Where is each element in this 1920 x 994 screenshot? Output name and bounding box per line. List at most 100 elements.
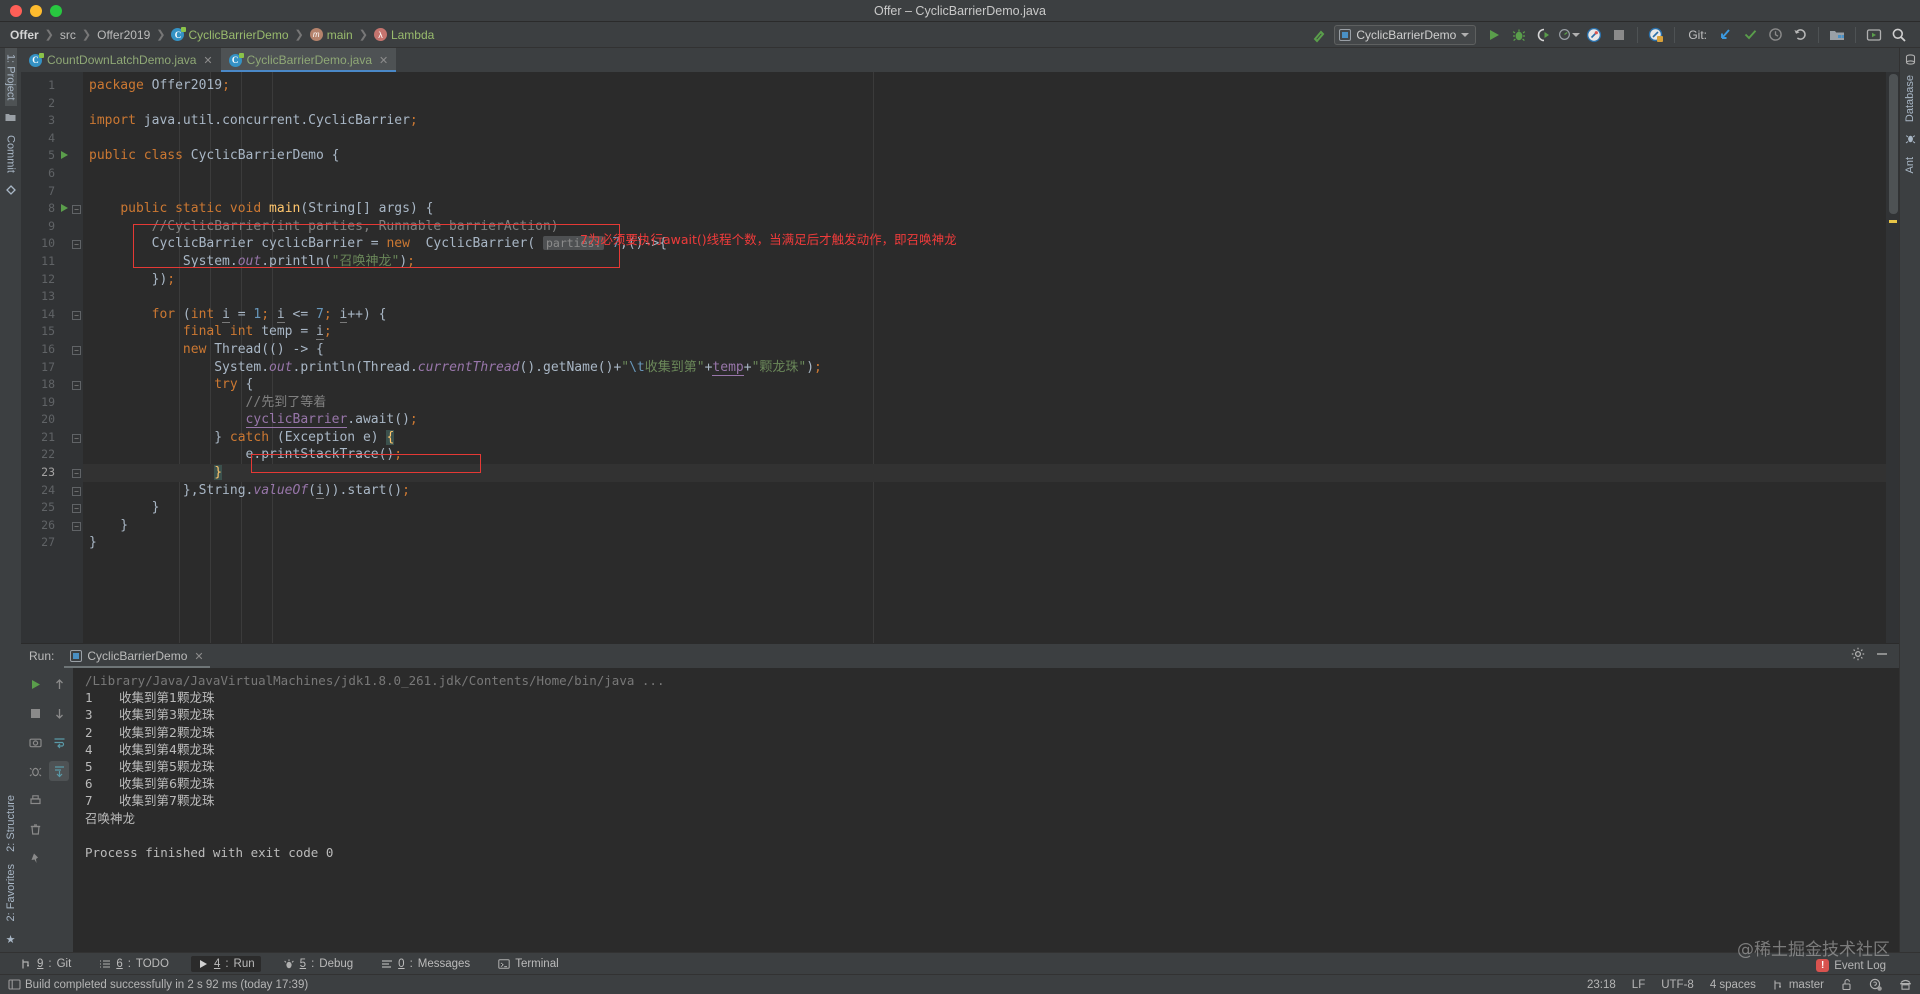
- status-indent[interactable]: 4 spaces: [1710, 979, 1756, 991]
- run-gutter-icon[interactable]: [61, 151, 68, 160]
- scroll-to-end-icon[interactable]: [49, 761, 69, 781]
- search-everywhere-icon[interactable]: [1888, 24, 1910, 46]
- breadcrumb-item-project[interactable]: Offer: [6, 27, 43, 43]
- close-icon[interactable]: ✕: [203, 54, 212, 67]
- run-window-header: Run: CyclicBarrierDemo ✕: [21, 644, 1899, 668]
- fold-icon[interactable]: −: [72, 521, 81, 531]
- attach-debugger-icon[interactable]: [1645, 24, 1667, 46]
- console-output[interactable]: /Library/Java/JavaVirtualMachines/jdk1.8…: [73, 668, 1899, 952]
- tool-window-messages[interactable]: 0: Messages: [375, 956, 476, 972]
- code-line: package Offer2019;: [89, 78, 230, 93]
- attach-profiler-icon[interactable]: [1583, 24, 1605, 46]
- select-target-icon[interactable]: [1863, 24, 1885, 46]
- fold-icon[interactable]: −: [72, 469, 81, 479]
- editor-scrollbar-thumb[interactable]: [1889, 74, 1898, 214]
- breadcrumb-chevron-icon: ❯: [294, 29, 304, 41]
- clear-all-icon[interactable]: [25, 819, 45, 839]
- editor-error-stripe[interactable]: [1886, 72, 1899, 643]
- rerun-icon[interactable]: [25, 674, 45, 694]
- build-icon[interactable]: [1309, 24, 1331, 46]
- status-bar-right: 23:18 LF UTF-8 4 spaces master: [1587, 978, 1912, 992]
- sidebar-item-favorites[interactable]: 2: Favorites: [5, 858, 17, 927]
- close-window-button[interactable]: [10, 4, 22, 17]
- memory-indicator-icon[interactable]: [1899, 978, 1912, 991]
- event-log-notification[interactable]: ! Event Log: [1816, 959, 1886, 972]
- tool-window-label: Terminal: [515, 957, 559, 970]
- run-button[interactable]: [1483, 24, 1505, 46]
- run-with-coverage-button[interactable]: [1533, 24, 1555, 46]
- run-gutter-icon[interactable]: [61, 204, 68, 213]
- editor-tab-countdownlatchdemo[interactable]: C CountDownLatchDemo.java ✕: [21, 48, 221, 72]
- tool-window-todo[interactable]: 6: TODO: [93, 956, 175, 972]
- debug-button[interactable]: [1508, 24, 1530, 46]
- tool-window-terminal[interactable]: Terminal: [492, 956, 564, 972]
- editor-gutter[interactable]: 1 2 3 4 5 6 7 −8 9 −10 11 12 13 −14 15 −…: [21, 72, 83, 643]
- project-folder-icon: [5, 106, 16, 129]
- breadcrumb-class-label: CyclicBarrierDemo: [188, 27, 289, 42]
- line-number: 1: [48, 78, 55, 92]
- project-structure-icon[interactable]: [1826, 24, 1848, 46]
- line-number: 5: [21, 147, 83, 165]
- fold-icon[interactable]: −: [72, 345, 81, 355]
- toggle-toolwindows-icon[interactable]: [8, 978, 21, 991]
- line-number: 4: [48, 130, 55, 145]
- run-tab-cyclicbarrierdemo[interactable]: CyclicBarrierDemo ✕: [64, 644, 210, 668]
- status-line-separator[interactable]: LF: [1632, 979, 1645, 991]
- editor-pane[interactable]: 1 2 3 4 5 6 7 −8 9 −10 11 12 13 −14 15 −…: [21, 72, 1899, 643]
- window-controls[interactable]: [0, 4, 62, 17]
- stop-icon[interactable]: [25, 703, 45, 723]
- console-line-command: /Library/Java/JavaVirtualMachines/jdk1.8…: [85, 673, 665, 688]
- hide-window-icon[interactable]: [1875, 647, 1889, 666]
- sidebar-item-ant[interactable]: Ant: [1904, 151, 1916, 180]
- minimize-window-button[interactable]: [30, 4, 42, 17]
- close-icon[interactable]: ✕: [194, 650, 203, 663]
- run-configuration-selector[interactable]: CyclicBarrierDemo: [1334, 24, 1477, 45]
- profiler-button[interactable]: [1558, 24, 1581, 46]
- unlock-icon[interactable]: [1840, 978, 1853, 991]
- sidebar-item-database[interactable]: Database: [1904, 69, 1916, 128]
- rollback-icon[interactable]: [1789, 24, 1811, 46]
- code-content[interactable]: package Offer2019; import java.util.conc…: [83, 72, 1886, 643]
- pin-icon[interactable]: [25, 848, 45, 868]
- sidebar-item-commit[interactable]: Commit: [5, 129, 17, 179]
- sidebar-item-project[interactable]: 1: Project: [4, 48, 17, 107]
- breadcrumb-item-class[interactable]: C CyclicBarrierDemo: [167, 27, 292, 43]
- update-project-icon[interactable]: [1714, 24, 1736, 46]
- inspection-icon[interactable]: [1869, 978, 1883, 992]
- history-icon[interactable]: [1764, 24, 1786, 46]
- status-encoding[interactable]: UTF-8: [1661, 979, 1694, 991]
- tool-window-debug[interactable]: 5: Debug: [277, 956, 360, 972]
- fold-icon[interactable]: −: [72, 381, 81, 391]
- tool-window-git[interactable]: 9: Git: [14, 956, 77, 972]
- fold-icon[interactable]: −: [72, 486, 81, 496]
- breadcrumb-item-package[interactable]: Offer2019: [93, 27, 154, 43]
- fold-icon[interactable]: −: [72, 433, 81, 443]
- fold-icon[interactable]: −: [72, 240, 81, 250]
- breadcrumb-chevron-icon: ❯: [44, 29, 54, 41]
- scroll-up-icon[interactable]: [49, 674, 69, 694]
- breadcrumb-item-src[interactable]: src: [56, 27, 80, 43]
- fold-icon[interactable]: −: [72, 310, 81, 320]
- print-icon[interactable]: [25, 790, 45, 810]
- fold-icon[interactable]: −: [72, 205, 81, 215]
- tool-window-run[interactable]: 4: Run: [190, 955, 261, 972]
- screenshot-icon[interactable]: [25, 732, 45, 752]
- editor-tab-cyclicbarrierdemo[interactable]: C CyclicBarrierDemo.java ✕: [220, 48, 397, 72]
- scroll-down-icon[interactable]: [49, 703, 69, 723]
- warning-marker[interactable]: [1889, 220, 1897, 223]
- line-number: −16: [21, 341, 83, 359]
- breadcrumb-item-lambda[interactable]: λ Lambda: [370, 27, 438, 43]
- soft-wrap-icon[interactable]: [49, 732, 69, 752]
- sidebar-item-structure[interactable]: 2: Structure: [5, 789, 17, 858]
- breadcrumb-item-method[interactable]: m main: [306, 27, 357, 43]
- close-icon[interactable]: ✕: [379, 54, 388, 67]
- status-branch[interactable]: master: [1772, 979, 1824, 991]
- run-toolbar-column-right: [48, 674, 70, 952]
- maximize-window-button[interactable]: [50, 4, 62, 17]
- fold-icon[interactable]: −: [72, 504, 81, 514]
- commit-icon[interactable]: [1739, 24, 1761, 46]
- code-line: try {: [214, 377, 254, 393]
- stop-button[interactable]: [1608, 24, 1630, 46]
- settings-gear-icon[interactable]: [1851, 647, 1865, 666]
- thread-dump-icon[interactable]: [25, 761, 45, 781]
